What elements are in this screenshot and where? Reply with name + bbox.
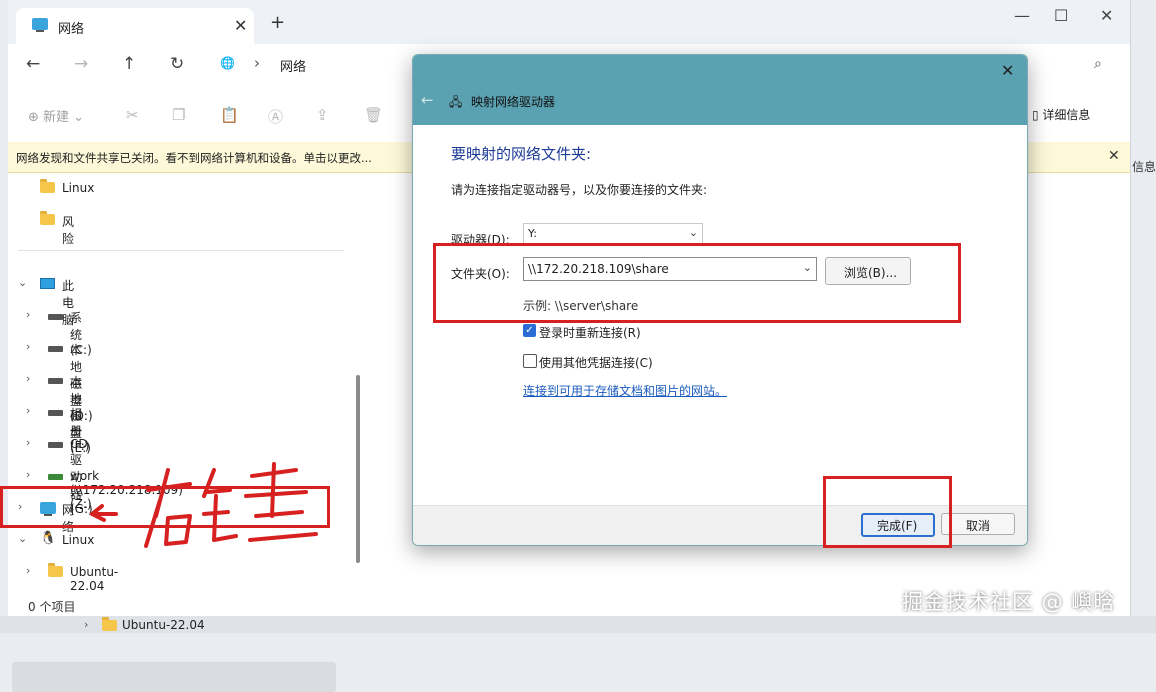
chevron-right-icon[interactable]: › — [26, 372, 30, 385]
tab-label: 网络 — [58, 22, 85, 37]
chevron-down-icon[interactable]: ⌄ — [18, 276, 27, 289]
dialog-titlebar: ✕ ← 🖧 映射网络驱动器 — [413, 55, 1027, 125]
details-button[interactable]: ▯ 详细信息 — [1032, 106, 1090, 123]
close-window-icon[interactable]: ✕ — [1100, 6, 1113, 25]
computer-icon — [40, 278, 55, 289]
chevron-down-icon[interactable]: ⌄ — [18, 532, 27, 545]
drive-letter-value: Y: — [528, 227, 537, 240]
background-ubuntu-label: Ubuntu-22.04 — [122, 618, 205, 632]
other-credentials-checkbox[interactable] — [523, 354, 537, 368]
address-breadcrumb[interactable]: 网络 — [280, 56, 306, 75]
annotation-box-finish — [823, 476, 952, 548]
paste-icon[interactable]: 📋 — [220, 106, 239, 124]
sidebar-scrollbar[interactable] — [356, 375, 360, 563]
status-bar-count: 0 个项目 — [28, 600, 76, 614]
chevron-right-icon[interactable]: › — [26, 404, 30, 417]
linux-penguin-icon: 🐧 — [40, 531, 57, 546]
back-icon[interactable]: ← — [26, 54, 40, 74]
copy-icon[interactable]: ❐ — [172, 106, 185, 124]
chevron-right-icon[interactable]: › — [26, 436, 30, 449]
drive-letter-select[interactable]: Y: ⌄ — [523, 223, 703, 245]
tab-network[interactable]: 网络 ✕ — [16, 8, 254, 44]
folder-icon — [40, 179, 55, 193]
dialog-title: 映射网络驱动器 — [471, 95, 556, 109]
new-tab-icon[interactable]: + — [270, 12, 285, 33]
cancel-button[interactable]: 取消 — [941, 513, 1015, 535]
maximize-icon[interactable]: ☐ — [1054, 6, 1068, 25]
rename-icon[interactable]: Ⓐ — [268, 106, 283, 127]
share-icon[interactable]: ⇪ — [316, 106, 329, 124]
up-icon[interactable]: ↑ — [122, 54, 136, 74]
folder-icon — [102, 617, 117, 631]
drive-icon — [48, 374, 63, 384]
sidebar-divider — [18, 250, 344, 251]
reconnect-label[interactable]: 登录时重新连接(R) — [539, 324, 641, 341]
chevron-down-icon[interactable]: ⌄ — [689, 226, 698, 239]
network-icon — [32, 18, 48, 32]
cd-drive-icon — [48, 438, 63, 448]
refresh-icon[interactable]: ↻ — [170, 54, 184, 74]
chevron-right-icon[interactable]: › — [26, 308, 30, 321]
chevron-right-icon[interactable]: › — [254, 54, 260, 72]
dialog-close-icon[interactable]: ✕ — [1001, 61, 1014, 80]
map-drive-icon: 🖧 — [449, 95, 463, 109]
network-selected-highlight — [12, 662, 336, 692]
infobar-close-icon[interactable]: ✕ — [1108, 148, 1120, 164]
chevron-right-icon[interactable]: › — [26, 564, 30, 577]
forward-icon[interactable]: → — [74, 54, 88, 74]
annotation-box-folder — [433, 243, 961, 323]
chevron-right-icon[interactable]: › — [26, 468, 30, 481]
minimize-icon[interactable]: — — [1014, 6, 1030, 25]
globe-icon: 🌐 — [220, 56, 235, 70]
new-button[interactable]: ⊕ 新建 ⌄ — [28, 106, 84, 125]
reconnect-checkbox[interactable]: ✓ — [523, 324, 536, 337]
folder-icon — [48, 563, 63, 577]
tab-close-icon[interactable]: ✕ — [234, 16, 247, 35]
chevron-right-icon[interactable]: › — [26, 340, 30, 353]
dialog-heading: 要映射的网络文件夹: — [451, 145, 592, 163]
chevron-right-icon: › — [84, 618, 89, 631]
delete-icon[interactable]: 🗑 — [364, 106, 383, 124]
folder-icon — [40, 211, 55, 225]
watermark-text: 掘金技术社区 @ 嶼晗 — [902, 590, 1116, 614]
drive-icon — [48, 406, 63, 416]
cut-icon[interactable]: ✂ — [126, 106, 139, 124]
search-icon[interactable]: ⌕ — [1094, 56, 1102, 72]
website-storage-link[interactable]: 连接到可用于存储文档和图片的网站。 — [523, 382, 727, 399]
other-credentials-label[interactable]: 使用其他凭据连接(C) — [539, 354, 653, 371]
handwritten-right-click-annotation — [90, 462, 318, 548]
tab-bar: 网络 ✕ + — ☐ ✕ — [8, 0, 1130, 44]
dialog-description: 请为连接指定驱动器号，以及你要连接的文件夹: — [451, 183, 708, 197]
dialog-back-icon[interactable]: ← — [421, 91, 434, 109]
cancel-label: 取消 — [966, 519, 991, 533]
network-drive-icon — [48, 470, 63, 480]
windows-drive-icon — [48, 310, 63, 320]
background-window-row: › Ubuntu-22.04 — [0, 616, 1156, 633]
background-window-info-text: 信息 — [1132, 160, 1156, 174]
drive-icon — [48, 342, 63, 352]
infobar-text: 网络发现和文件共享已关闭。看不到网络计算机和设备。单击以更改... — [16, 151, 372, 165]
